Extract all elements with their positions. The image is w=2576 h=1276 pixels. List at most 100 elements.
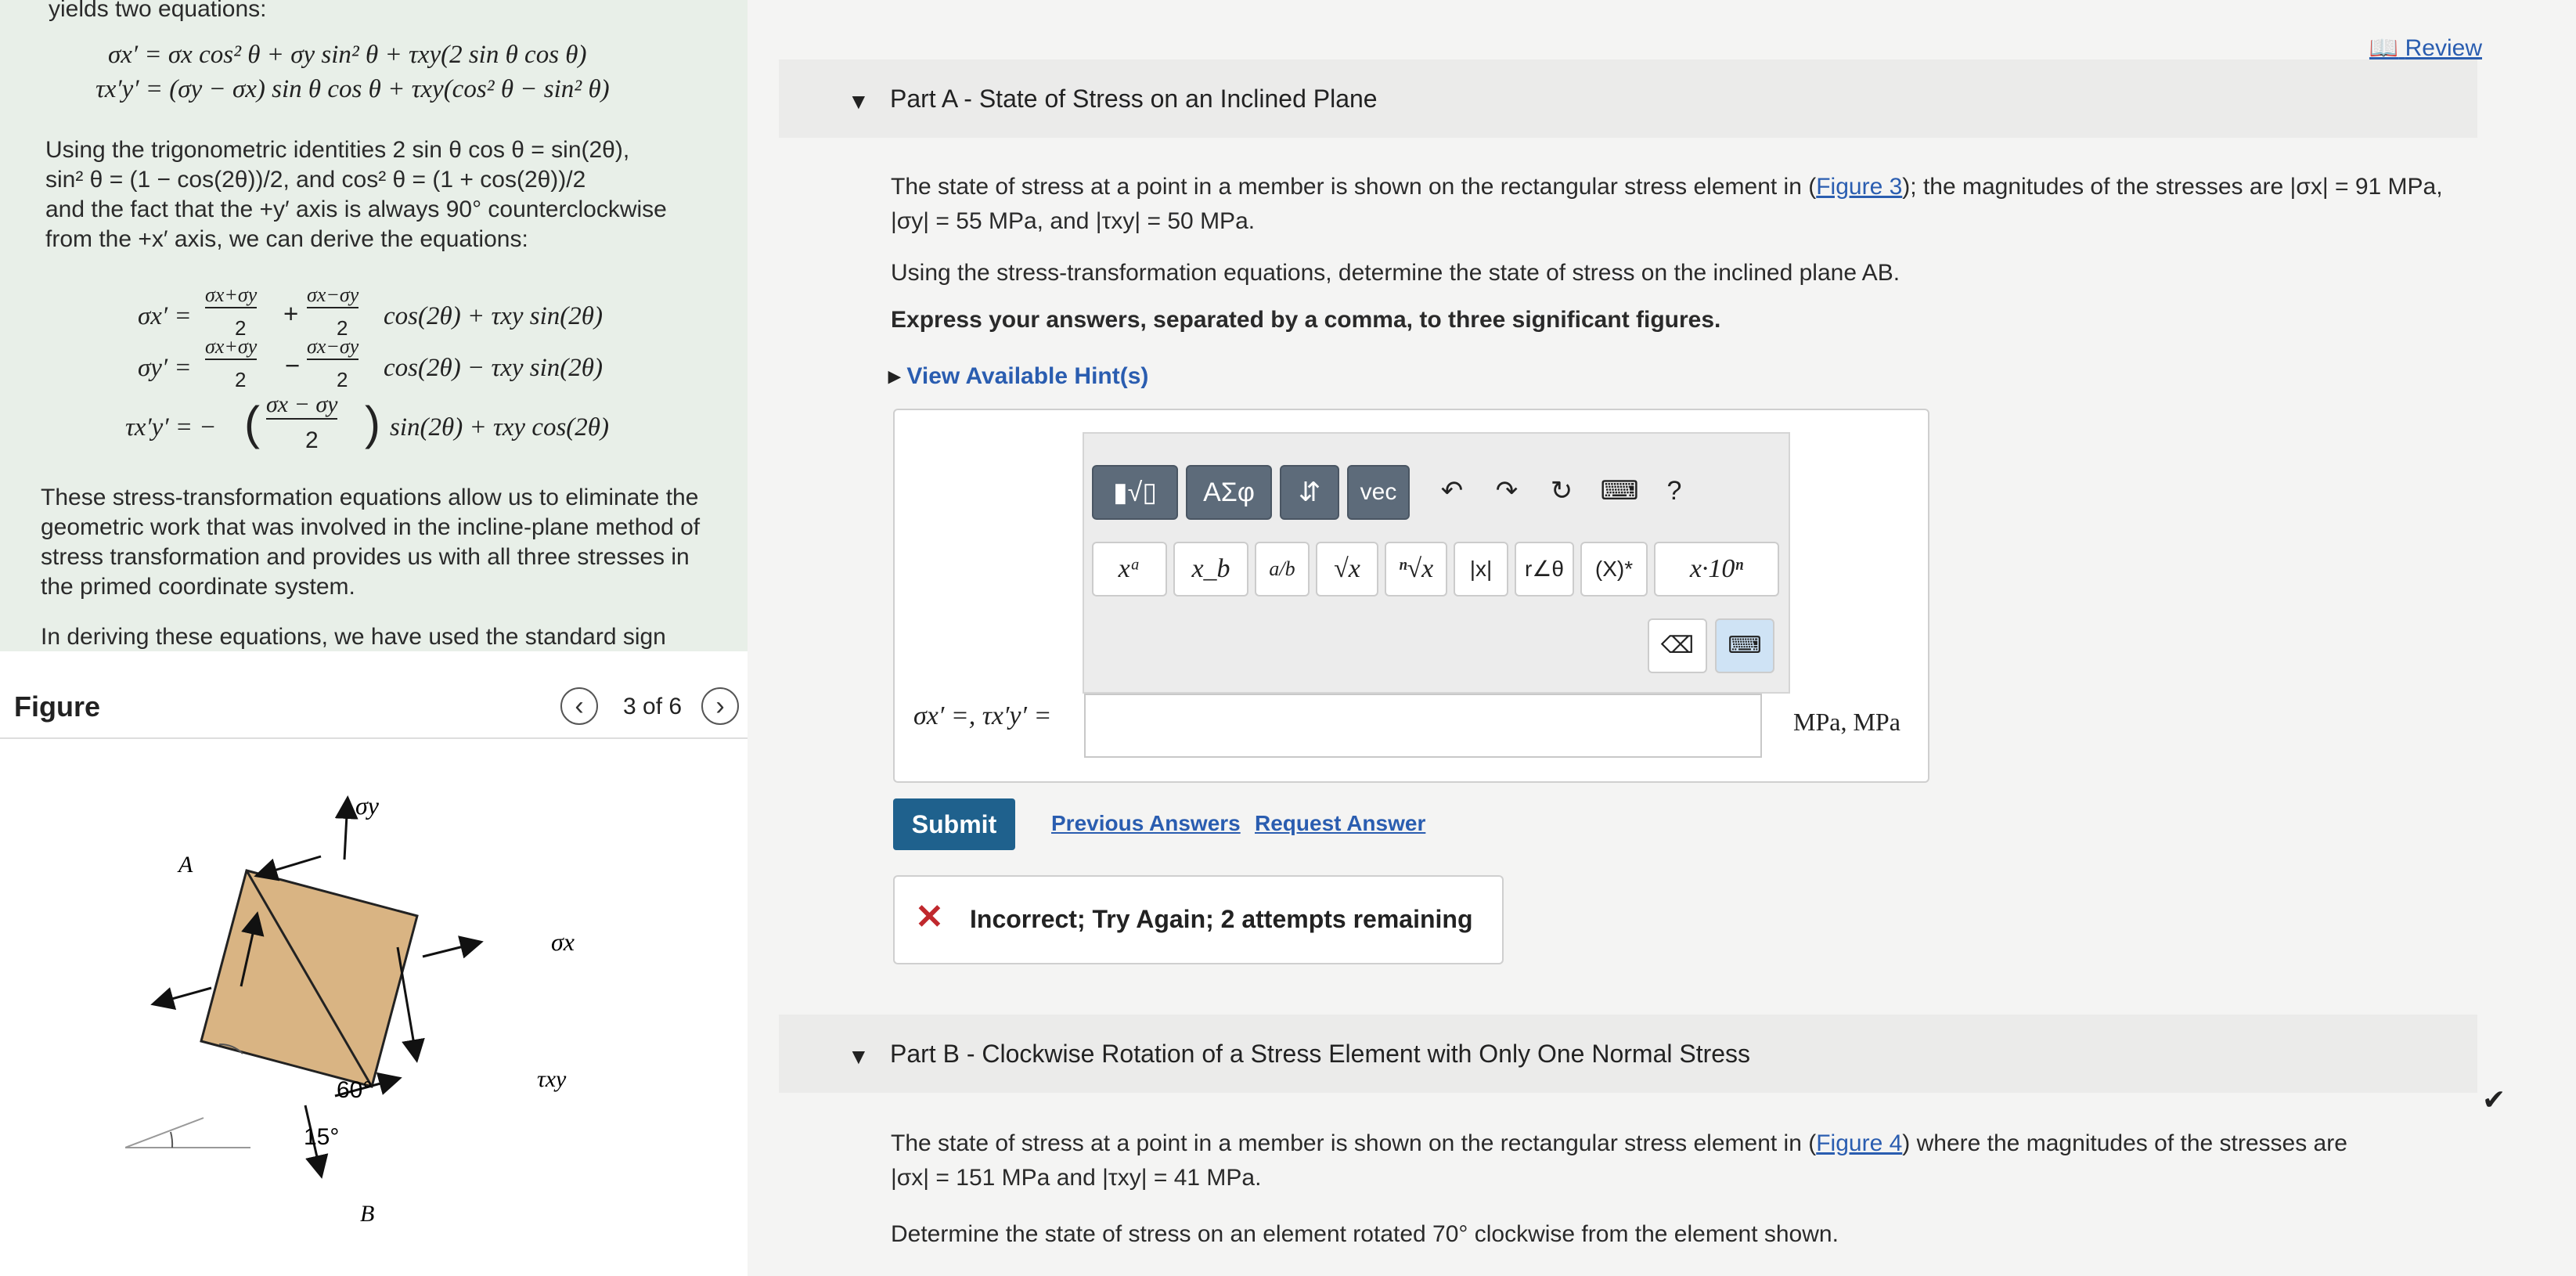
sqrt-button[interactable]: √x [1316, 542, 1378, 597]
angle-60-label: 60° [337, 1077, 372, 1103]
part-a-header[interactable]: ▼ Part A - State of Stress on an Incline… [779, 59, 2477, 138]
polar-button[interactable]: r∠θ [1515, 542, 1574, 597]
part-a-express: Express your answers, separated by a com… [891, 307, 1721, 333]
scientific-notation-button[interactable]: x·10ⁿ [1654, 542, 1779, 597]
para2-line1: These stress-transformation equations al… [41, 485, 699, 510]
part-b-instruction: Determine the state of stress on an elem… [891, 1221, 1839, 1247]
triangle-down-icon: ▼ [848, 1044, 870, 1069]
symbols-button[interactable]: ΑΣφ [1186, 465, 1272, 520]
para2-line4: the primed coordinate system. [41, 574, 355, 600]
angle-15-label: 15° [304, 1124, 339, 1150]
shear-arrow-right [396, 946, 425, 1063]
para1-line2: sin² θ = (1 − cos(2θ))/2, and cos² θ = (… [45, 167, 586, 193]
submit-button[interactable]: Submit [893, 798, 1015, 850]
review-link[interactable]: 📖 Review [2369, 34, 2482, 62]
sigma-y-arrow [334, 795, 358, 860]
explanation-box: yields two equations: σx′ = σx cos² θ + … [0, 0, 748, 651]
figure-header: Figure ‹ 3 of 6 › [0, 675, 748, 739]
truncated-text: yields two equations: [49, 0, 267, 22]
part-a-instruction: Using the stress-transformation equation… [891, 260, 1900, 286]
chevron-right-icon: › [715, 691, 725, 721]
backspace-icon[interactable]: ⌫ [1648, 618, 1707, 673]
templates-button[interactable]: ▮√▯ [1092, 465, 1178, 520]
book-icon: 📖 [2369, 35, 2399, 61]
part-b-title: Part B - Clockwise Rotation of a Stress … [890, 1040, 1751, 1068]
keyboard-icon[interactable]: ⌨ [1596, 465, 1643, 520]
t-eq3-num: σx − σy [266, 391, 338, 420]
conjugate-button[interactable]: (X)* [1580, 542, 1648, 597]
subscript-x-button[interactable]: x_b [1173, 542, 1248, 597]
label-b: B [360, 1201, 374, 1227]
feedback-text: Incorrect; Try Again; 2 attempts remaini… [970, 905, 1473, 933]
previous-answers-link[interactable]: Previous Answers [1051, 811, 1241, 836]
help-icon[interactable]: ? [1651, 465, 1698, 520]
para3-line1: In deriving these equations, we have use… [41, 624, 666, 650]
feedback-box: ✕ Incorrect; Try Again; 2 attempts remai… [893, 875, 1504, 964]
para1-line1: Using the trigonometric identities 2 sin… [45, 137, 630, 163]
t-eq3-rhs: sin(2θ) + τxy cos(2θ) [390, 413, 610, 442]
math-toolbar: ▮√▯ ΑΣφ ⇵ vec ↶ ↷ ↻ ⌨ ? xᵃ x_b a/b √x ⁿ√… [1083, 432, 1790, 694]
label-sigma-x: σx [551, 928, 575, 956]
shear-arrow-top [254, 855, 322, 881]
part-a-text-line1: The state of stress at a point in a memb… [891, 174, 2443, 200]
sigma-x-arrow-left [150, 986, 212, 1011]
vector-button[interactable]: vec [1347, 465, 1410, 520]
nth-root-button[interactable]: ⁿ√x [1385, 542, 1447, 597]
para2-line2: geometric work that was involved in the … [41, 514, 701, 540]
t-eq2-den2: 2 [337, 368, 348, 391]
para1-line4: from the +x′ axis, we can derive the equ… [45, 226, 528, 252]
t-eq2-num2: σx−σy [307, 335, 359, 360]
part-b-text-line1: The state of stress at a point in a memb… [891, 1130, 2347, 1156]
subscript-button[interactable]: ⇵ [1280, 465, 1339, 520]
t-eq1-lhs: σx′ = [138, 302, 192, 330]
stress-element-figure: A B σy σx τxy 60° 15° [125, 791, 575, 1227]
request-answer-link[interactable]: Request Answer [1255, 811, 1425, 836]
equation-1: σx′ = σx cos² θ + σy sin² θ + τxy(2 sin … [108, 41, 587, 69]
part-a-title: Part A - State of Stress on an Inclined … [890, 85, 1378, 113]
redo-icon[interactable]: ↷ [1483, 465, 1530, 520]
sigma-x-arrow-right [422, 935, 484, 959]
undo-icon[interactable]: ↶ [1429, 465, 1475, 520]
t-eq2-lhs: σy′ = [138, 354, 192, 382]
keyboard-toggle-icon[interactable]: ⌨ [1715, 618, 1774, 673]
answer-box: ▮√▯ ΑΣφ ⇵ vec ↶ ↷ ↻ ⌨ ? xᵃ x_b a/b √x ⁿ√… [893, 409, 1929, 783]
figure-counter: 3 of 6 [623, 694, 683, 719]
label-tau-xy: τxy [537, 1066, 567, 1092]
figure-prev-button[interactable]: ‹ [560, 687, 598, 725]
angle-ref-line [125, 1117, 204, 1148]
t-eq3-den: 2 [305, 427, 319, 453]
figure-next-button[interactable]: › [701, 687, 739, 725]
answer-input[interactable] [1084, 694, 1762, 758]
t-eq1-num2: σx−σy [307, 283, 359, 308]
equation-2: τx′y′ = (σy − σx) sin θ cos θ + τxy(cos²… [95, 75, 610, 103]
t-eq2-rhs: cos(2θ) − τxy sin(2θ) [384, 354, 603, 382]
t-eq2-num1: σx+σy [205, 335, 258, 360]
label-sigma-y: σy [355, 791, 380, 820]
superscript-button[interactable]: xᵃ [1092, 542, 1167, 597]
part-b-header[interactable]: ▼ Part B - Clockwise Rotation of a Stres… [779, 1015, 2477, 1093]
part-b-text-line2: |σx| = 151 MPa and |τxy| = 41 MPa. [891, 1165, 1262, 1191]
figure-3-link[interactable]: Figure 3 [1816, 174, 1902, 200]
right-panel: 📖 Review ▼ Part A - State of Stress on a… [748, 0, 2576, 1276]
t-eq2-den1: 2 [235, 368, 247, 391]
fraction-button[interactable]: a/b [1255, 542, 1310, 597]
reset-icon[interactable]: ↻ [1538, 465, 1585, 520]
incorrect-x-icon: ✕ [915, 898, 944, 936]
triangle-down-icon: ▼ [848, 89, 870, 114]
triangle-right-icon: ▸ [888, 363, 901, 389]
view-hints-link[interactable]: ▸ View Available Hint(s) [888, 360, 1148, 393]
t-eq3-lhs: τx′y′ = − [125, 413, 217, 442]
abs-button[interactable]: |x| [1454, 542, 1508, 597]
figure-title: Figure [14, 690, 101, 723]
figure-4-link[interactable]: Figure 4 [1816, 1130, 1902, 1156]
answer-unit: MPa, MPa [1793, 708, 1900, 736]
t-eq1-num1: σx+σy [205, 283, 258, 308]
label-a: A [177, 852, 193, 878]
part-a-text-line2: |σy| = 55 MPa, and |τxy| = 50 MPa. [891, 208, 1256, 234]
para1-line3: and the fact that the +y′ axis is always… [45, 196, 667, 222]
left-panel: yields two equations: σx′ = σx cos² θ + … [0, 0, 748, 1276]
chevron-left-icon: ‹ [575, 691, 584, 721]
answer-label: σx′ =, τx′y′ = [913, 701, 1052, 730]
para2-line3: stress transformation and provides us wi… [41, 544, 690, 570]
checkmark-icon: ✔ [2482, 1083, 2506, 1116]
